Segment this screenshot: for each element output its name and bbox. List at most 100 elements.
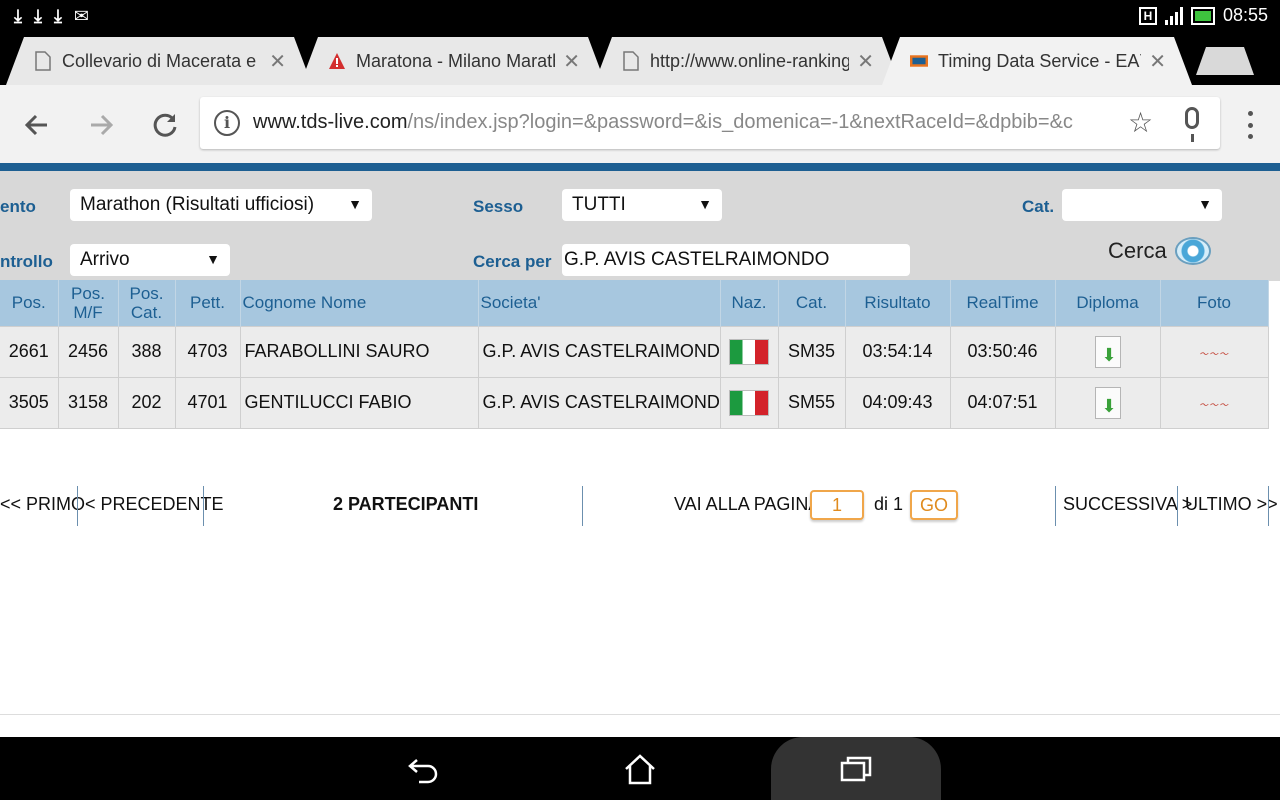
divider [1268,486,1269,526]
cerca-label: Cerca [1108,238,1167,263]
cerca-per-input[interactable]: G.P. AVIS CASTELRAIMONDO [562,244,910,276]
cell-pett: 4703 [175,325,241,378]
controllo-select[interactable]: Arrivo ▼ [70,244,230,276]
go-button[interactable]: GO [910,490,958,520]
header-cat[interactable]: Cat. [778,280,846,326]
cell-cat: SM55 [778,376,846,429]
cell-diploma [1055,325,1161,378]
cell-nome[interactable]: GENTILUCCI FABIO [240,376,479,429]
battery-icon [1190,6,1215,25]
forward-button[interactable] [81,105,121,145]
tab-timing-data-service[interactable]: Timing Data Service - EA7 ✕ [882,37,1192,85]
tab-online-ranking[interactable]: http://www.online-ranking ✕ [594,37,900,85]
new-tab-button[interactable] [1196,47,1254,75]
pagination: << PRIMO < PRECEDENTE 2 PARTECIPANTI VAI… [0,486,1280,526]
address-bar[interactable]: i www.tds-live.com/ns/index.jsp?login=&p… [200,97,1220,149]
header-societa[interactable]: Societa' [478,280,721,326]
url-text[interactable]: www.tds-live.com/ns/index.jsp?login=&pas… [253,111,1115,134]
cell-realtime: 04:07:51 [950,376,1056,429]
sesso-value: TUTTI [572,194,626,215]
cell-diploma [1055,376,1161,429]
url-path: /ns/index.jsp?login=&password=&is_domeni… [407,111,1073,133]
diploma-download-icon[interactable] [1094,335,1121,368]
italy-flag-icon [729,338,769,365]
diploma-download-icon[interactable] [1094,386,1121,419]
info-icon[interactable]: i [214,110,240,136]
dropdown-arrow-icon: ▼ [348,196,362,212]
cell-pos-mf: 3158 [58,376,119,429]
microphone-icon[interactable] [1185,107,1199,142]
tab-maratona[interactable]: Maratona - Milano Marath ✕ [300,37,606,85]
cell-pos-cat: 388 [118,325,176,378]
divider [1177,486,1178,526]
tab-title: http://www.online-ranking [650,50,850,71]
header-realtime[interactable]: RealTime [950,280,1056,326]
sesso-label: Sesso [473,197,524,216]
system-nav-bar [0,737,1280,800]
url-domain: www.tds-live.com [253,111,408,133]
first-page-link[interactable]: << PRIMO [0,494,85,515]
tab-title: Maratona - Milano Marath [356,50,556,71]
filter-panel: ento Marathon (Risultati ufficiosi) ▼ ntr… [0,171,1280,281]
divider [1055,486,1056,526]
participants-count: 2 PARTECIPANTI [333,494,479,514]
eye-icon [1174,237,1211,265]
header-naz[interactable]: Naz. [720,280,779,326]
table-row: 3505 3158 202 4701 GENTILUCCI FABIO G.P.… [0,376,1269,429]
cell-naz [720,325,779,378]
page-icon [622,51,640,71]
back-button[interactable] [17,105,57,145]
cerca-button[interactable]: Cerca [1108,237,1211,265]
next-page-link[interactable]: SUCCESSIVA > [1063,494,1192,515]
cell-societa: G.P. AVIS CASTELRAIMONDO [478,325,721,378]
overflow-menu-icon[interactable] [1238,107,1262,143]
header-pos[interactable]: Pos. [0,280,59,326]
header-pos-cat[interactable]: Pos. Cat. [118,280,176,326]
table-row: 2661 2456 388 4703 FARABOLLINI SAURO G.P… [0,325,1269,378]
foto-logo-icon[interactable]: ～～～ [1199,398,1229,411]
reload-icon [153,113,177,137]
recents-nav-button[interactable] [836,751,876,787]
cell-risultato: 04:09:43 [845,376,951,429]
home-nav-button[interactable] [620,751,660,787]
header-pos-mf[interactable]: Pos. M/F [58,280,119,326]
foto-logo-icon[interactable]: ～～～ [1199,347,1229,360]
cell-nome[interactable]: FARABOLLINI SAURO [240,325,479,378]
close-icon[interactable]: ✕ [857,49,874,74]
mail-icon: ✉ [73,6,89,26]
sesso-select[interactable]: TUTTI ▼ [562,189,722,221]
web-page: ento Marathon (Risultati ufficiosi) ▼ ntr… [0,163,1280,737]
dropdown-arrow-icon: ▼ [206,251,220,267]
warning-icon [328,51,346,71]
header-risultato[interactable]: Risultato [845,280,951,326]
cat-label: Cat. [1022,197,1055,216]
header-foto: Foto [1160,280,1269,326]
dropdown-arrow-icon: ▼ [698,196,712,212]
cell-foto: ～～～ [1160,376,1269,429]
last-page-link[interactable]: ULTIMO >> [1185,494,1278,515]
download-icon: ⤓ [33,6,42,26]
page-number-input[interactable]: 1 [810,490,864,520]
tab-collevario[interactable]: Collevario di Macerata e M ✕ [6,37,312,85]
close-icon[interactable]: ✕ [1149,49,1166,74]
page-icon [34,51,52,71]
cell-pos-cat: 202 [118,376,176,429]
download-icon: ⤓ [53,6,62,26]
goto-page-label: VAI ALLA PAGINA [674,494,821,514]
evento-select[interactable]: Marathon (Risultati ufficiosi) ▼ [70,189,372,221]
header-diploma: Diploma [1055,280,1161,326]
header-pett[interactable]: Pett. [175,280,241,326]
divider [203,486,204,526]
table-header-row: Pos. Pos. M/F Pos. Cat. Pett. Cognome No… [0,280,1269,326]
cat-select[interactable]: ▼ [1062,189,1222,221]
back-nav-button[interactable] [404,751,444,787]
cerca-per-value: G.P. AVIS CASTELRAIMONDO [564,249,830,270]
cell-pos: 2661 [0,325,59,378]
header-cognome-nome[interactable]: Cognome Nome [240,280,479,326]
arrow-right-icon [91,114,114,136]
reload-button[interactable] [145,105,185,145]
close-icon[interactable]: ✕ [563,49,580,74]
bookmark-star-icon[interactable]: ☆ [1128,106,1153,139]
close-icon[interactable]: ✕ [269,49,286,74]
tab-title: Collevario di Macerata e M [62,50,262,71]
